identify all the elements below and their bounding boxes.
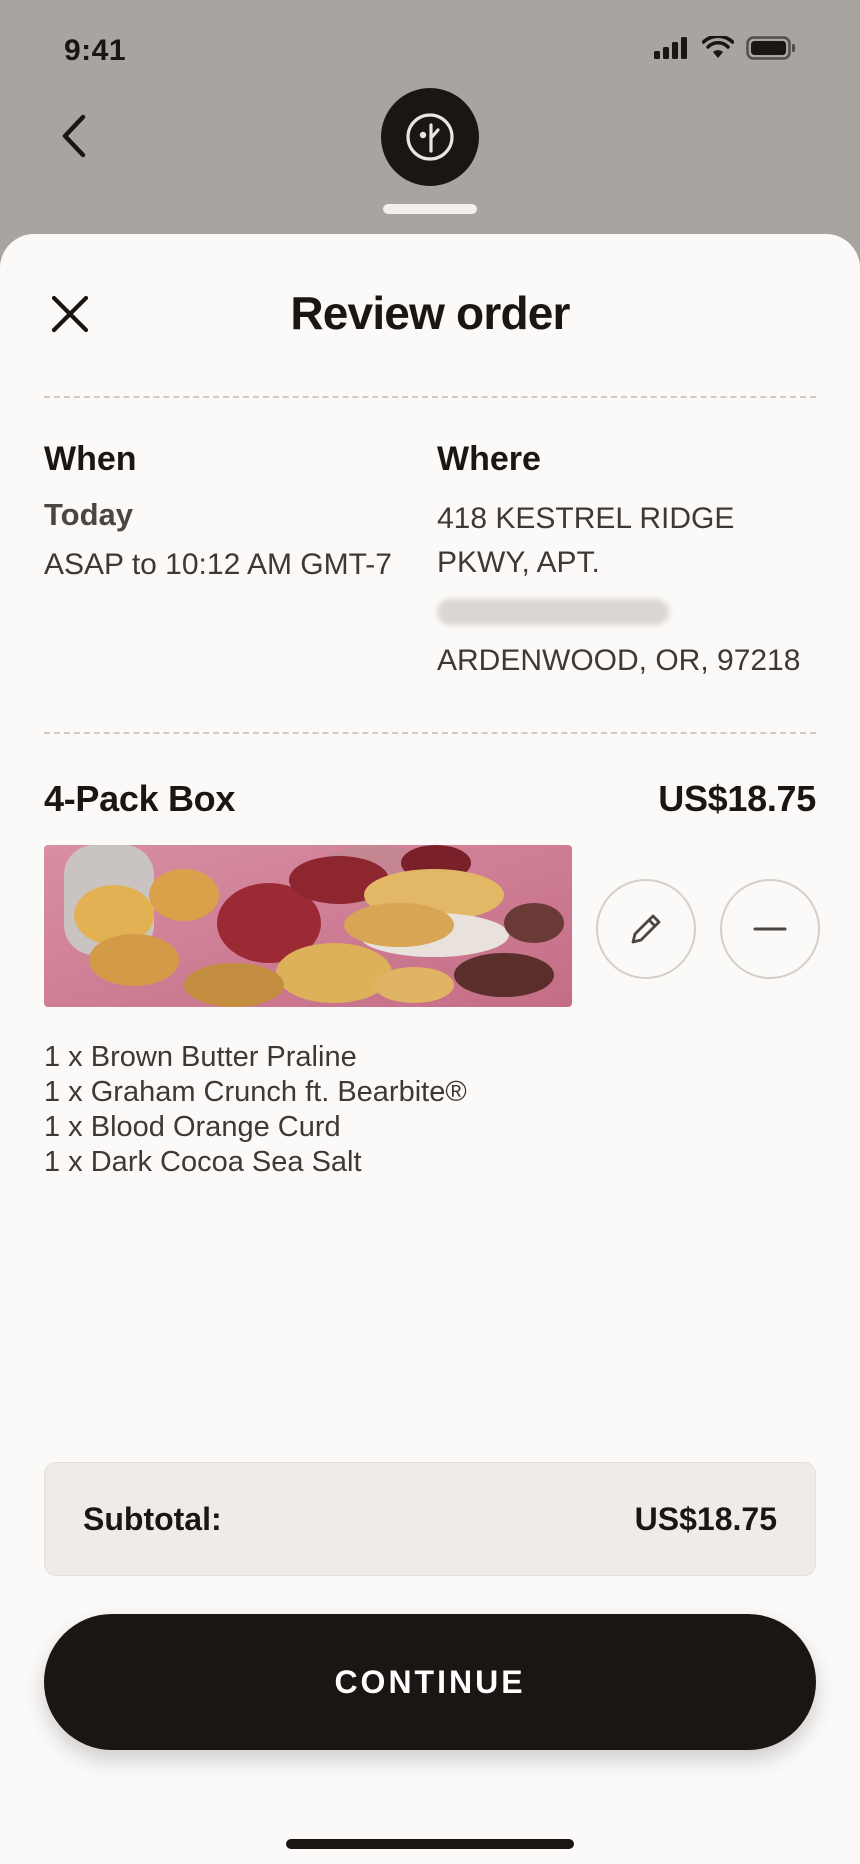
status-icons <box>654 36 796 60</box>
brand-logo <box>381 88 479 186</box>
back-button[interactable] <box>44 106 104 166</box>
status-time: 9:41 <box>64 34 127 67</box>
product-image <box>44 845 572 1007</box>
list-item: 1 x Brown Butter Praline <box>44 1041 357 1073</box>
divider <box>44 732 816 734</box>
product-price: US$18.75 <box>658 778 816 819</box>
wifi-icon <box>702 36 734 58</box>
home-indicator <box>286 1839 574 1849</box>
list-item: 1 x Graham Crunch ft. Bearbite® <box>44 1076 467 1108</box>
when-day: Today <box>44 497 133 532</box>
where-heading: Where <box>437 440 541 478</box>
when-window: ASAP to 10:12 AM GMT-7 <box>44 548 392 581</box>
continue-button[interactable]: CONTINUE <box>44 1614 816 1750</box>
when-heading: When <box>44 440 137 478</box>
redacted-address <box>437 599 669 625</box>
subtotal-value: US$18.75 <box>634 1501 777 1537</box>
where-section: Where 418 KESTREL RIDGE PKWY, APT. ARDEN… <box>437 440 817 683</box>
address-line-1: 418 KESTREL RIDGE <box>437 502 735 535</box>
divider <box>44 396 816 398</box>
review-order-sheet: Review order When Today ASAP to 10:12 AM… <box>0 234 860 1864</box>
when-section: When Today ASAP to 10:12 AM GMT-7 <box>44 440 404 587</box>
minus-icon <box>753 927 787 931</box>
address-line-3: ARDENWOOD, OR, 97218 <box>437 644 801 677</box>
list-item: 1 x Blood Orange Curd <box>44 1111 341 1143</box>
edit-item-button[interactable] <box>596 879 696 979</box>
sheet-grabber[interactable] <box>383 204 477 214</box>
subtotal-box: Subtotal: US$18.75 <box>44 1462 816 1576</box>
box-items-list: 1 x Brown Butter Praline 1 x Graham Crun… <box>44 1040 467 1180</box>
chevron-left-icon <box>62 114 86 158</box>
brand-logo-icon <box>406 113 454 161</box>
remove-item-button[interactable] <box>720 879 820 979</box>
signal-icon <box>654 37 687 59</box>
status-bar: 9:41 <box>0 0 860 100</box>
sheet-title: Review order <box>290 287 570 339</box>
pencil-icon <box>631 914 661 944</box>
battery-icon <box>746 36 795 60</box>
list-item: 1 x Dark Cocoa Sea Salt <box>44 1146 362 1178</box>
product-name: 4-Pack Box <box>44 778 236 819</box>
address-line-2: PKWY, APT. <box>437 546 600 579</box>
subtotal-label: Subtotal: <box>83 1501 222 1537</box>
